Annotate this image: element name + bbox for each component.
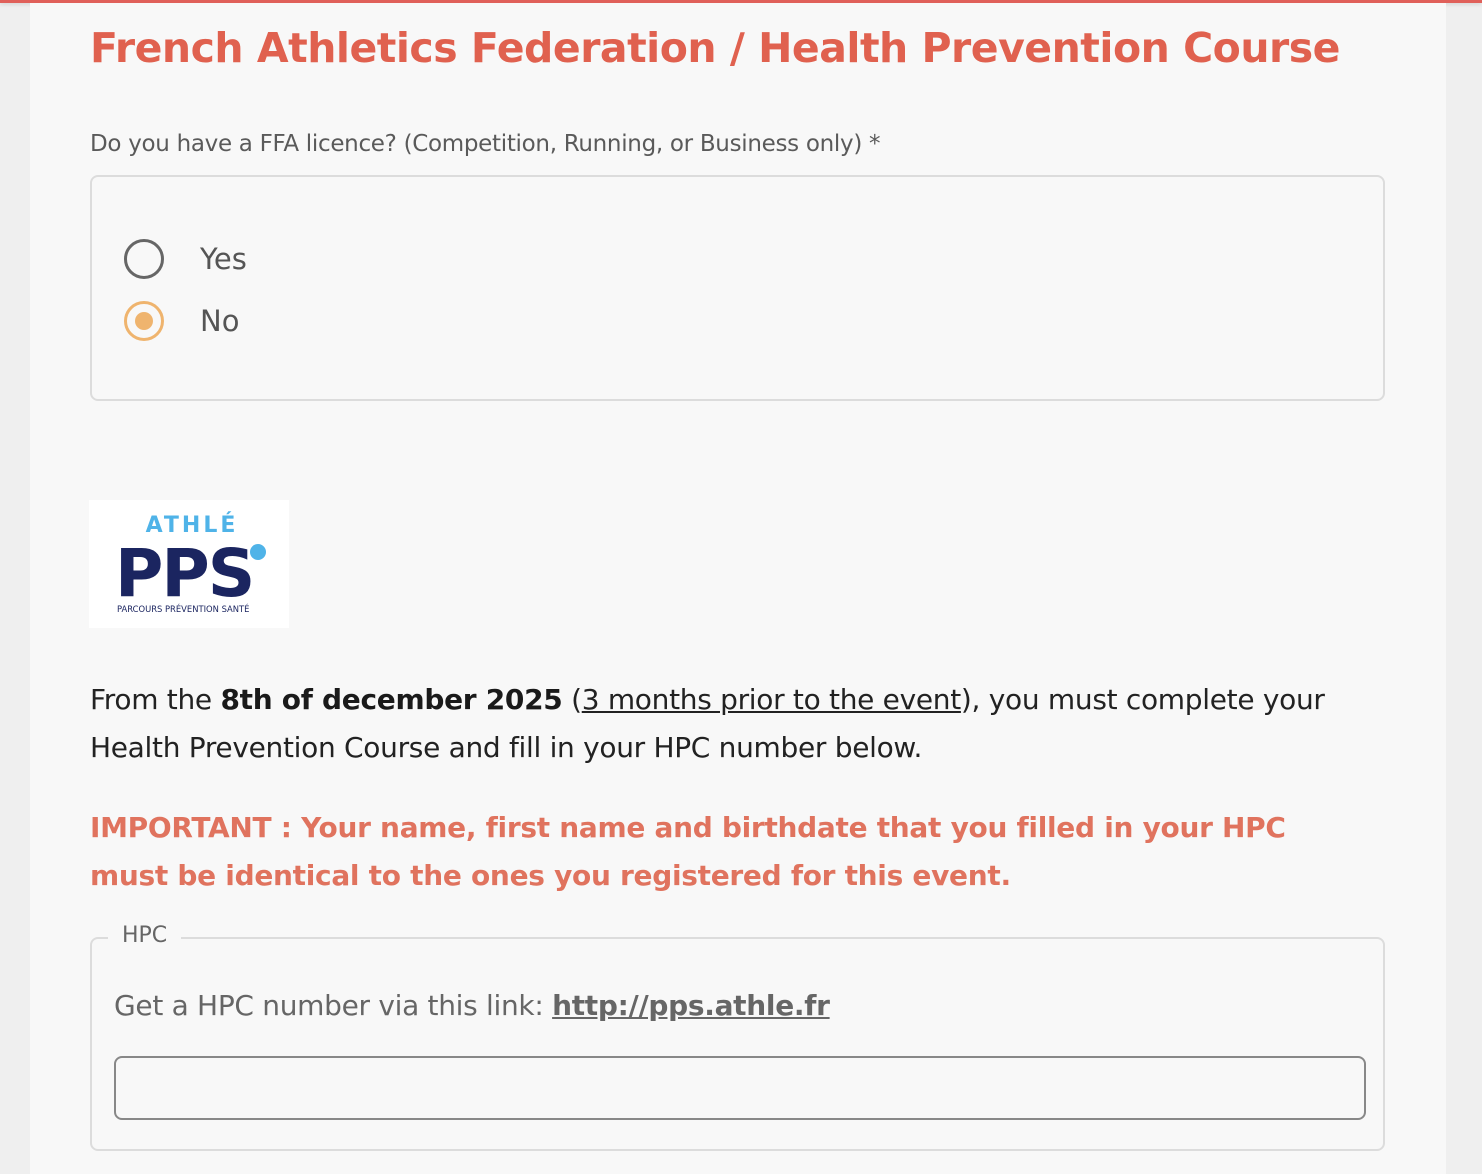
intro-paragraph: From the 8th of december 2025 (3 months …	[90, 676, 1380, 772]
hpc-legend: HPC	[108, 923, 182, 948]
licence-question-label: Do you have a FFA licence? (Competition,…	[90, 131, 881, 157]
hpc-hint-text: Get a HPC number via this link:	[114, 989, 553, 1022]
intro-period-text: 3 months prior to the event	[581, 683, 962, 716]
licence-radio-group: Yes No	[90, 175, 1385, 401]
radio-label-no[interactable]: No	[200, 304, 239, 338]
important-notice: IMPORTANT : Your name, first name and bi…	[90, 811, 1286, 892]
athle-pps-logo: ATHLÉ PPS PARCOURS PRÉVENTION SANTÉ	[89, 500, 289, 628]
hpc-number-input[interactable]	[114, 1056, 1366, 1120]
logo-dot-icon	[250, 544, 266, 560]
hpc-link[interactable]: http://pps.athle.fr	[552, 989, 830, 1022]
hpc-fieldset: HPC Get a HPC number via this link: http…	[90, 923, 1385, 1151]
radio-label-yes[interactable]: Yes	[200, 242, 247, 276]
hpc-hint: Get a HPC number via this link: http://p…	[114, 989, 830, 1022]
radio-option-yes[interactable]: Yes	[124, 237, 247, 281]
intro-date: 8th of december 2025	[220, 683, 563, 716]
radio-button-yes[interactable]	[124, 239, 164, 279]
radio-option-no[interactable]: No	[124, 299, 239, 343]
logo-pps-text: PPS	[115, 535, 253, 612]
radio-button-no[interactable]	[124, 301, 164, 341]
intro-paren: (	[562, 683, 582, 716]
pps-logo-image: ATHLÉ PPS PARCOURS PRÉVENTION SANTÉ	[115, 512, 266, 614]
logo-subtitle-text: PARCOURS PRÉVENTION SANTÉ	[117, 603, 249, 614]
intro-prefix: From the	[90, 683, 221, 716]
page-title: French Athletics Federation / Health Pre…	[90, 24, 1340, 72]
